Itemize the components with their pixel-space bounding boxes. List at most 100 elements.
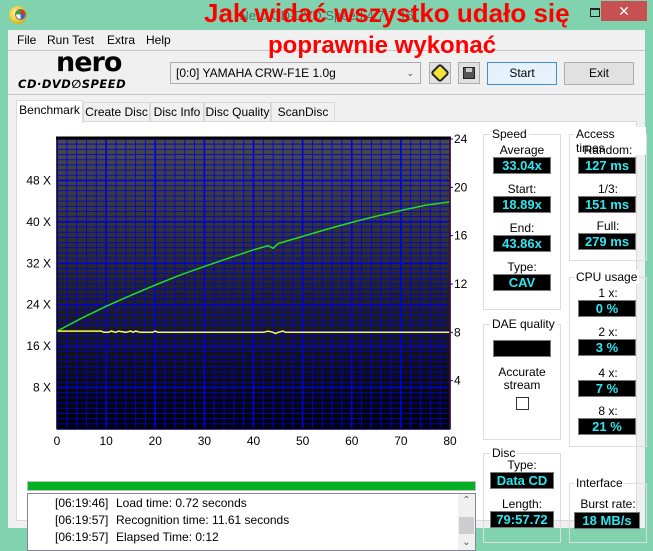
cpu-1x-label: 1 x:: [598, 286, 618, 300]
accurate-stream-label: Accurate stream: [498, 365, 546, 392]
right-tick-label: 12: [454, 277, 468, 291]
cpu-2x-label: 2 x:: [598, 325, 618, 339]
progress-bar: [27, 481, 476, 491]
tab-disc-quality[interactable]: Disc Quality: [204, 102, 271, 122]
right-tick-label: 20: [454, 180, 468, 194]
cpu-usage-title: CPU usage: [574, 270, 640, 284]
nero-logo: nero: [56, 47, 122, 78]
tab-create-disc[interactable]: Create Disc: [83, 102, 150, 122]
log-scrollbar[interactable]: ⌃ ⌄: [458, 494, 475, 550]
full-label: Full:: [596, 219, 620, 233]
x-tick-label: 60: [345, 434, 359, 448]
third-label: 1/3:: [597, 182, 618, 196]
tab-disc-info[interactable]: Disc Info: [150, 102, 204, 122]
left-tick-label: 48 X: [26, 173, 51, 187]
dae-quality-title: DAE quality: [490, 317, 557, 331]
menu-help[interactable]: Help: [146, 33, 171, 47]
random-label: Random:: [583, 143, 633, 157]
dae-quality-group: DAE quality Accurate stream: [483, 317, 561, 440]
speed-group-title: Speed: [490, 127, 529, 141]
cpu-usage-group: CPU usage 1 x: 0 % 2 x: 3 % 4 x: 7 % 8 x…: [569, 270, 647, 447]
close-button[interactable]: ✕: [601, 1, 647, 21]
x-tick-label: 0: [54, 434, 61, 448]
cpu-8x-label: 8 x:: [598, 404, 618, 418]
cd-dvd-speed-logo: CD·DVD∅SPEED: [18, 77, 127, 91]
log-message: Elapsed Time: 0:12: [116, 530, 219, 544]
cpu-8x-value: 21 %: [578, 418, 636, 435]
menu-run-test[interactable]: Run Test: [47, 33, 94, 47]
log-message: Recognition time: 11.61 seconds: [116, 513, 290, 527]
scroll-thumb[interactable]: [459, 517, 474, 534]
disc-type-label: Type:: [507, 458, 537, 472]
annotation-text-line1: Jak widać wszystko udało się: [204, 0, 570, 28]
chevron-down-icon: ⌄: [406, 68, 414, 78]
refresh-drive-icon: [430, 63, 450, 83]
random-access-value: 127 ms: [578, 157, 636, 174]
x-tick-label: 20: [149, 434, 163, 448]
interface-group: Interface Burst rate: 18 MB/s: [569, 476, 647, 543]
left-tick-label: 24 X: [26, 298, 51, 312]
start-button[interactable]: Start: [487, 62, 557, 85]
dae-quality-value: [493, 340, 551, 357]
tab-scandisc[interactable]: ScanDisc: [271, 102, 335, 122]
average-label: Average: [499, 143, 545, 157]
speed-group: Speed Average 33.04x Start: 18.89x End: …: [483, 127, 561, 310]
log-time: [06:19:57]: [55, 513, 109, 527]
toolbar-separator: [8, 94, 645, 95]
log-list: [06:19:46] Load time: 0.72 seconds [06:1…: [27, 493, 476, 551]
log-message: Load time: 0.72 seconds: [116, 496, 247, 510]
scroll-up-arrow-icon[interactable]: ⌃: [458, 494, 475, 508]
burst-rate-value: 18 MB/s: [574, 512, 640, 529]
tab-benchmark[interactable]: Benchmark: [16, 100, 83, 123]
left-tick-label: 32 X: [26, 256, 51, 270]
disc-type-value: Data CD: [490, 472, 554, 489]
floppy-save-icon: [463, 67, 475, 79]
log-time: [06:19:46]: [55, 496, 109, 510]
x-tick-label: 70: [394, 434, 408, 448]
menu-extra[interactable]: Extra: [107, 33, 135, 47]
speed-type-value: CAV: [493, 274, 551, 291]
maximize-icon[interactable]: [590, 8, 600, 17]
annotation-text-line2: poprawnie wykonać: [268, 32, 497, 59]
interface-title: Interface: [574, 476, 625, 490]
drive-select[interactable]: [0:0] YAMAHA CRW-F1E 1.0g ⌄: [170, 62, 421, 84]
disc-length-label: Length:: [501, 497, 543, 511]
save-button[interactable]: [458, 62, 480, 84]
cpu-2x-value: 3 %: [578, 339, 636, 356]
third-access-value: 151 ms: [578, 196, 636, 213]
right-tick-label: 8: [454, 325, 461, 339]
x-tick-label: 80: [443, 434, 457, 448]
menu-file[interactable]: File: [17, 33, 36, 47]
drive-select-value: [0:0] YAMAHA CRW-F1E 1.0g: [176, 66, 336, 80]
benchmark-chart: 0 10 20 30 40 50 60 70 80 8 X 16 X 24 X 32 X 40 X 48 X…: [26, 132, 468, 448]
type-label: Type:: [507, 260, 537, 274]
start-speed-value: 18.89x: [493, 196, 551, 213]
refresh-drive-button[interactable]: [429, 62, 451, 84]
right-tick-label: 24: [454, 132, 468, 146]
accurate-stream-checkbox[interactable]: [516, 397, 529, 410]
scroll-down-arrow-icon[interactable]: ⌄: [458, 536, 475, 550]
left-tick-label: 40 X: [26, 215, 51, 229]
cpu-4x-label: 4 x:: [598, 366, 618, 380]
left-tick-label: 16 X: [26, 339, 51, 353]
disc-length-value: 79:57.72: [490, 511, 554, 528]
end-speed-value: 43.86x: [493, 235, 551, 252]
disc-group: Disc Type: Data CD Length: 79:57.72: [483, 446, 561, 543]
access-times-group: Access times Random: 127 ms 1/3: 151 ms …: [569, 127, 647, 261]
x-tick-label: 40: [247, 434, 261, 448]
x-tick-label: 30: [198, 434, 212, 448]
burst-rate-label: Burst rate:: [580, 497, 636, 511]
start-speed-label: Start:: [507, 182, 537, 196]
full-access-value: 279 ms: [578, 233, 636, 250]
exit-button[interactable]: Exit: [564, 62, 634, 85]
end-speed-label: End:: [509, 221, 535, 235]
log-time: [06:19:57]: [55, 530, 109, 544]
left-tick-label: 8 X: [33, 381, 51, 395]
right-tick-label: 4: [454, 374, 461, 388]
main-window: File Run Test Extra Help nero CD·DVD∅SPE…: [8, 30, 647, 551]
x-tick-label: 50: [296, 434, 310, 448]
cpu-1x-value: 0 %: [578, 300, 636, 317]
right-tick-label: 16: [454, 229, 468, 243]
average-speed-value: 33.04x: [493, 157, 551, 174]
x-tick-label: 10: [99, 434, 113, 448]
